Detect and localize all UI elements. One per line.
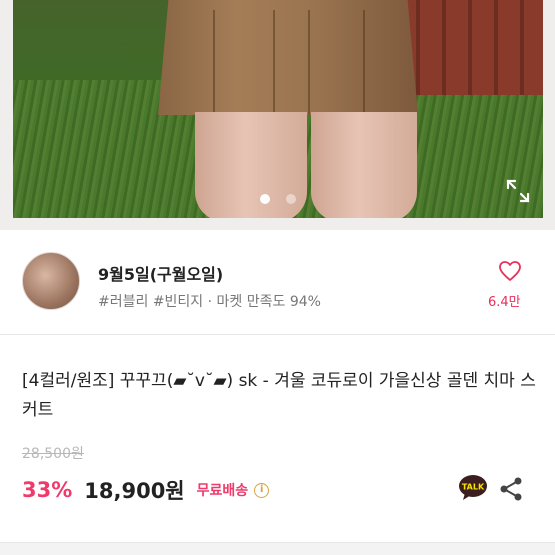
- share-icon[interactable]: [499, 476, 523, 502]
- section-divider: [0, 542, 555, 555]
- original-price: 28,500원: [22, 446, 84, 462]
- like-count: 6.4만: [488, 295, 521, 310]
- info-icon[interactable]: i: [254, 482, 270, 498]
- seller-avatar[interactable]: [22, 252, 80, 310]
- product-title: [4컬러/원조] 꾸꾸끄(▰˘v˘▰) sk - 겨울 코듀로이 가을신상 골덴…: [22, 371, 536, 420]
- heart-outline-icon[interactable]: [498, 260, 522, 282]
- discount-rate: 33%: [22, 478, 73, 502]
- sale-price: 18,900원: [84, 479, 185, 503]
- gallery-pagination: [260, 194, 296, 204]
- gallery-dot-1[interactable]: [260, 194, 270, 204]
- price-row: 33% 18,900원 무료배송 i: [22, 474, 270, 506]
- photo-right-leg: [311, 112, 417, 218]
- seller-name[interactable]: 9월5일(구월오일): [98, 261, 223, 285]
- expand-icon[interactable]: [505, 178, 531, 204]
- talk-label: TALK: [462, 483, 485, 492]
- seller-section: 9월5일(구월오일) #러블리 #빈티지 · 마켓 만족도 94% 6.4만: [0, 230, 555, 335]
- free-shipping-label: 무료배송: [196, 483, 249, 499]
- seller-tags: #러블리 #빈티지 · 마켓 만족도 94%: [98, 294, 321, 310]
- kakaotalk-icon[interactable]: TALK: [458, 474, 488, 502]
- photo-skirt: [158, 0, 418, 115]
- product-image-gallery[interactable]: [0, 0, 555, 230]
- product-photo[interactable]: [13, 0, 543, 218]
- gallery-dot-2[interactable]: [286, 194, 296, 204]
